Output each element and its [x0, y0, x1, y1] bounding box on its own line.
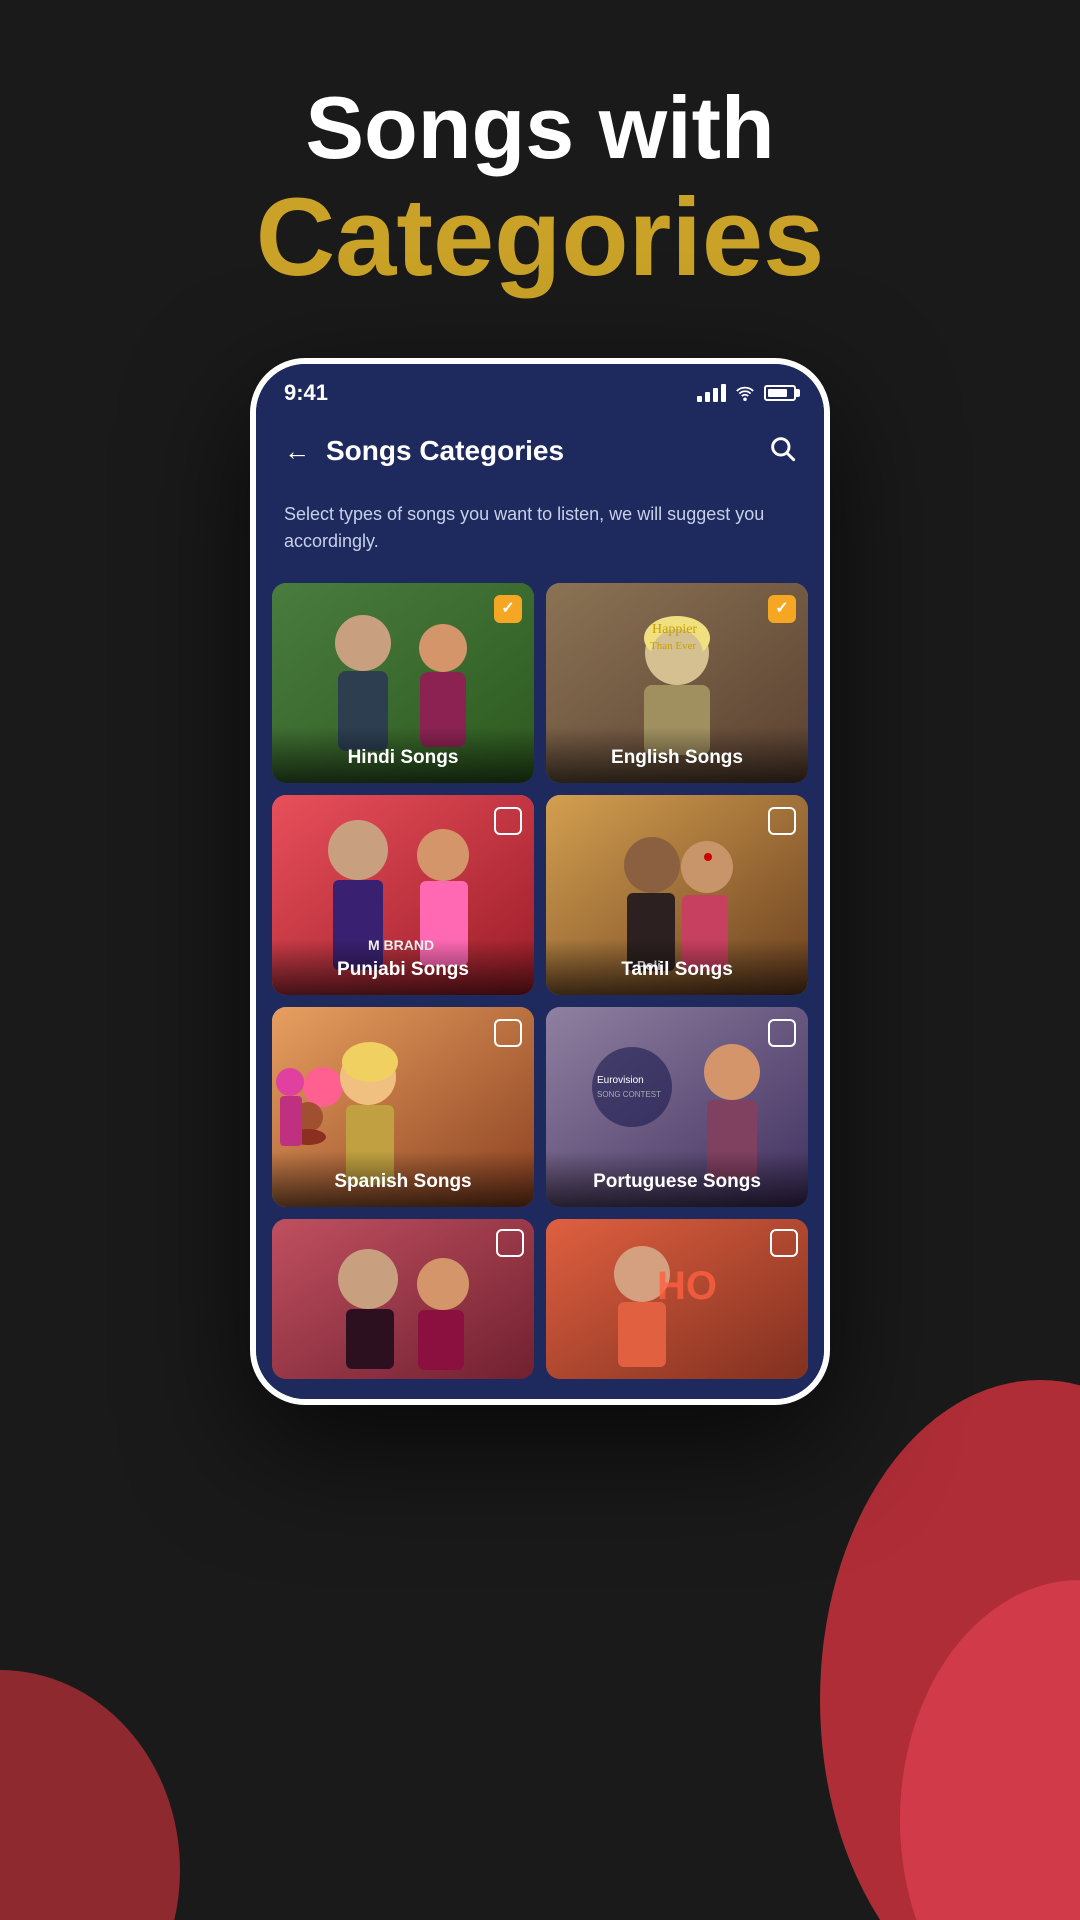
category-label-punjabi: Punjabi Songs: [286, 959, 520, 981]
svg-text:Happier: Happier: [652, 622, 697, 637]
category-card-tamil[interactable]: Poli Tamil Songs: [546, 795, 808, 995]
app-header: ← Songs Categories: [256, 414, 824, 485]
page-title: Songs Categories: [326, 435, 564, 467]
category-card-hindi[interactable]: ✓ Hindi Songs: [272, 583, 534, 783]
status-time: 9:41: [284, 380, 328, 406]
category-label-portuguese: Portuguese Songs: [560, 1171, 794, 1193]
checkbox-punjabi[interactable]: [494, 807, 522, 835]
wifi-icon: [734, 385, 756, 401]
svg-text:HO: HO: [657, 1264, 717, 1308]
subtitle-text: Select types of songs you want to listen…: [256, 485, 824, 575]
svg-text:Than Ever: Than Ever: [650, 640, 696, 652]
category-card-spanish[interactable]: Spanish Songs: [272, 1007, 534, 1207]
category-card-punjabi[interactable]: M BRAND Punjabi Songs: [272, 795, 534, 995]
checkbox-row7left[interactable]: [496, 1229, 524, 1257]
checkbox-english[interactable]: ✓: [768, 595, 796, 623]
category-label-tamil: Tamil Songs: [560, 959, 794, 981]
checkbox-hindi[interactable]: ✓: [494, 595, 522, 623]
phone-mockup: 9:41 ← Songs Categories: [0, 358, 1080, 1405]
category-label-hindi: Hindi Songs: [286, 747, 520, 769]
category-card-row7left[interactable]: [272, 1219, 534, 1379]
category-card-english[interactable]: Happier Than Ever ✓ English Songs: [546, 583, 808, 783]
signal-icon: [697, 384, 726, 402]
checkbox-tamil[interactable]: [768, 807, 796, 835]
category-label-english: English Songs: [560, 747, 794, 769]
back-button[interactable]: ←: [284, 436, 310, 467]
category-label-spanish: Spanish Songs: [286, 1171, 520, 1193]
status-icons: [697, 384, 796, 402]
category-card-row7right[interactable]: HO: [546, 1219, 808, 1379]
svg-text:SONG CONTEST: SONG CONTEST: [597, 1090, 661, 1099]
search-button[interactable]: [768, 434, 796, 469]
phone-frame: 9:41 ← Songs Categories: [250, 358, 830, 1405]
categories-grid: ✓ Hindi Songs: [256, 575, 824, 1399]
hero-section: Songs with Categories: [0, 0, 1080, 358]
header-left: ← Songs Categories: [284, 435, 564, 467]
svg-text:Eurovision: Eurovision: [597, 1075, 644, 1086]
battery-icon: [764, 385, 796, 401]
hero-line1: Songs with: [0, 80, 1080, 177]
checkbox-spanish[interactable]: [494, 1019, 522, 1047]
checkbox-portuguese[interactable]: [768, 1019, 796, 1047]
hero-line2: Categories: [0, 177, 1080, 298]
checkbox-row7right[interactable]: [770, 1229, 798, 1257]
category-card-portuguese[interactable]: Eurovision SONG CONTEST Portuguese Songs: [546, 1007, 808, 1207]
status-bar: 9:41: [256, 364, 824, 414]
